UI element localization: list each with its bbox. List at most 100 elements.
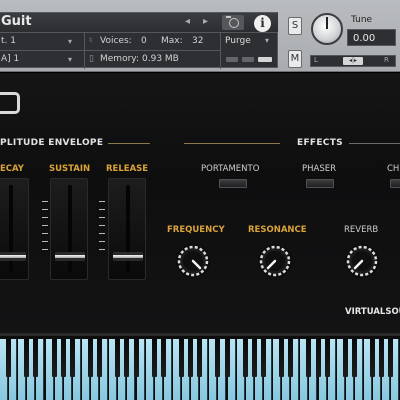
pan-slider[interactable]: L ◂|▸ R [310,55,396,67]
release-slider-handle[interactable] [113,252,143,262]
section-line [349,143,400,144]
black-key[interactable] [288,339,294,377]
black-key[interactable] [342,339,348,377]
divider [0,50,220,51]
reverb-knob[interactable] [344,243,380,279]
black-key[interactable] [160,339,166,377]
sustain-slider[interactable] [50,178,88,280]
black-key[interactable] [151,339,157,377]
max-voices-value[interactable]: 32 [192,36,203,46]
purge-indicator [258,57,272,62]
mute-button[interactable]: M [288,50,302,68]
purge-indicator [242,57,254,62]
black-key[interactable] [179,339,184,377]
black-key[interactable] [379,339,385,377]
voices-value: 0 [141,36,147,46]
divider [84,33,85,69]
camera-icon[interactable] [222,15,244,30]
black-key[interactable] [97,339,103,377]
black-key[interactable] [188,339,194,377]
black-key[interactable] [260,339,266,377]
instrument-title[interactable]: Guit [1,14,32,29]
section-line [108,143,150,144]
purge-label[interactable]: Purge [225,36,251,46]
black-key[interactable] [124,339,130,377]
chevron-down-icon[interactable]: ▾ [68,37,72,46]
chevron-down-icon[interactable]: ▾ [265,36,269,45]
black-key[interactable] [324,339,330,377]
sustain-label: SUSTAIN [49,164,91,174]
piano-keyboard[interactable] [0,333,400,400]
prev-instrument-icon[interactable]: ◂ [185,16,190,27]
black-key[interactable] [242,339,248,377]
black-key[interactable] [133,339,139,377]
midi-channel-select[interactable]: A] 1 [1,54,19,64]
decay-slider[interactable] [0,178,29,280]
info-icon[interactable]: i [254,15,271,32]
resonance-label: RESONANCE [248,225,307,235]
black-key[interactable] [306,339,312,377]
black-key[interactable] [88,339,93,377]
release-label: RELEASE [106,164,149,174]
black-key[interactable] [370,339,376,377]
output-select[interactable]: t. 1 [1,36,16,46]
black-key[interactable] [388,339,394,377]
title-row: Guit ◂ ▸ i [0,13,278,33]
slider-scale [42,201,48,257]
sustain-slider-handle[interactable] [55,252,85,262]
black-key[interactable] [197,339,203,377]
release-slider[interactable] [108,178,146,280]
black-key[interactable] [215,339,221,377]
instrument-info-panel: Guit ◂ ▸ i t. 1 ▾ ♮ Voices: 0 Max: 32 A]… [0,12,278,69]
portamento-switch[interactable] [219,179,247,188]
black-key[interactable] [315,339,321,377]
black-key[interactable] [60,339,66,377]
chevron-down-icon[interactable]: ▾ [68,55,72,64]
tune-value[interactable]: 0.00 [347,29,396,46]
next-instrument-icon[interactable]: ▸ [203,16,208,27]
black-key[interactable] [351,339,357,377]
black-key[interactable] [24,339,30,377]
black-key[interactable] [224,339,230,377]
memory-icon: ▯ [89,54,94,64]
phaser-label: PHASER [302,164,337,174]
amp-envelope-title: PLITUDE ENVELOPE [0,138,104,148]
effects-title: EFFECTS [297,138,343,148]
resonance-knob[interactable] [257,243,293,279]
kontakt-header: Guit ◂ ▸ i t. 1 ▾ ♮ Voices: 0 Max: 32 A]… [0,0,400,72]
purge-menu[interactable]: Purge ▾ [220,33,278,69]
black-key[interactable] [33,339,39,377]
pan-right-label: R [384,56,389,64]
black-key[interactable] [279,339,285,377]
tune-label: Tune [351,15,373,25]
memory-value: 0.93 MB [142,54,179,64]
reverb-label: REVERB [344,225,379,235]
tune-knob[interactable] [311,13,343,45]
max-label: Max: [161,36,183,46]
voices-icon: ♮ [89,36,93,46]
instrument-panel: PLITUDE ENVELOPE EFFECTS ECAY SUSTAIN RE… [0,73,400,333]
frequency-label: FREQUENCY [167,225,225,235]
frequency-knob[interactable] [175,243,211,279]
purge-indicator [226,57,238,62]
phaser-switch[interactable] [306,179,334,188]
solo-button[interactable]: S [288,17,302,35]
slider-scale [99,201,105,257]
black-key[interactable] [251,339,257,377]
black-key[interactable] [6,339,12,377]
decay-slider-handle[interactable] [0,252,26,262]
decay-label: ECAY [0,164,24,174]
voices-label: Voices: [100,36,132,46]
brand-label: VIRTUALSOU [345,307,400,317]
pan-left-label: L [314,56,318,64]
pan-handle[interactable]: ◂|▸ [343,57,363,65]
black-key[interactable] [115,339,121,377]
section-line [184,143,280,144]
portamento-label: PORTAMENTO [201,164,260,174]
chorus-label: CH [387,164,400,174]
black-key[interactable] [69,339,75,377]
memory-label: Memory: [100,54,139,64]
chorus-switch[interactable] [390,179,400,188]
black-key[interactable] [51,339,57,377]
logo-icon [0,92,20,114]
